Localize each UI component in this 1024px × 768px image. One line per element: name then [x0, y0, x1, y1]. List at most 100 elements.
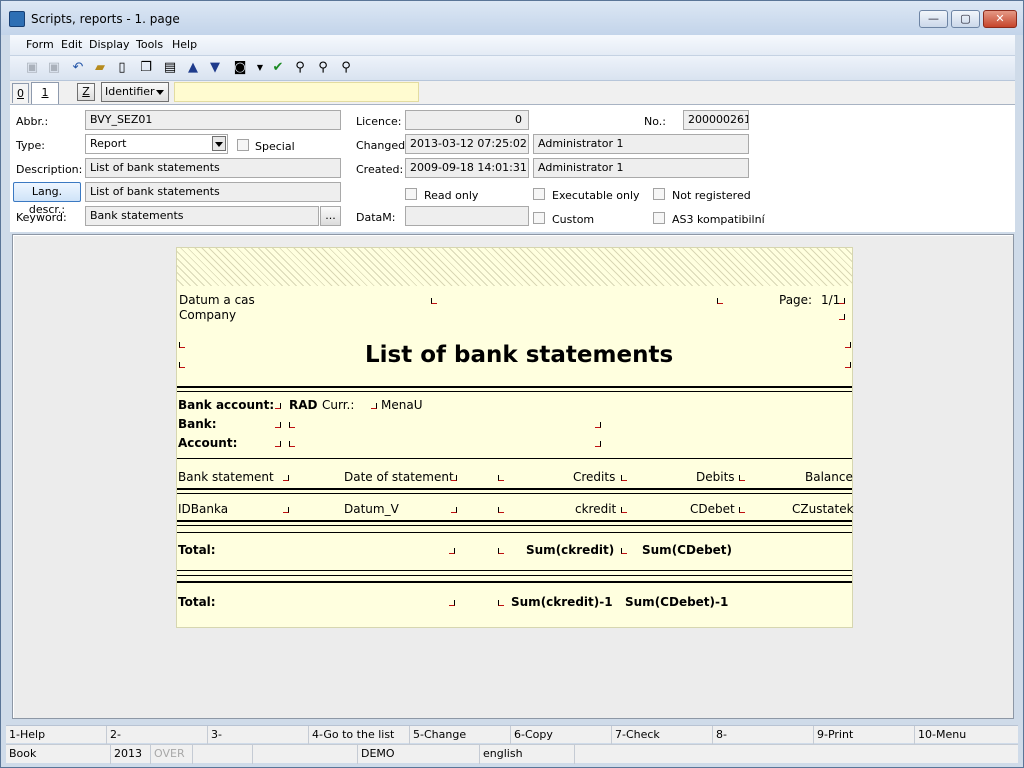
field-datum-v[interactable]: Datum_V — [344, 502, 399, 516]
type-select[interactable]: Report — [85, 134, 228, 154]
report-page-value[interactable]: 1/1 — [821, 293, 840, 307]
total-label-1[interactable]: Total: — [178, 543, 216, 557]
undo-icon[interactable]: ↶ — [70, 60, 86, 76]
z-button[interactable]: Z — [77, 83, 95, 101]
no-field[interactable]: 2000002613 — [683, 110, 749, 130]
sum-cdebet-1[interactable]: Sum(CDebet) — [642, 543, 732, 557]
tab-0[interactable]: 0 — [12, 83, 29, 103]
report-datum-field[interactable]: Datum a cas — [179, 293, 255, 307]
field-czustatek[interactable]: CZustatek — [792, 502, 854, 516]
find-next-icon[interactable]: ⚲ — [315, 60, 331, 76]
band-divider — [177, 386, 852, 388]
keyword-browse-button[interactable]: ... — [320, 206, 341, 226]
changed-date-field[interactable]: 2013-03-12 07:25:02 — [405, 134, 529, 154]
arrow-up-icon[interactable]: ▲ — [185, 60, 201, 76]
copy-document-icon[interactable]: ❐ — [138, 60, 154, 76]
report-title[interactable]: List of bank statements — [365, 342, 673, 368]
fkey-1[interactable]: 1-Help — [6, 726, 107, 744]
field-marker — [839, 314, 845, 320]
report-page[interactable]: Datum a cas Company Page: 1/1 List of ba… — [176, 247, 854, 628]
lang-descr-button[interactable]: Lang. descr.: — [13, 182, 81, 216]
identifier-input[interactable] — [174, 82, 419, 102]
menau-field[interactable]: MenaU — [381, 398, 422, 412]
fkey-10[interactable]: 10-Menu — [915, 726, 1016, 744]
menu-form[interactable]: Form — [26, 38, 54, 51]
col-debits[interactable]: Debits — [696, 470, 735, 484]
custom-checkbox[interactable] — [533, 212, 545, 224]
special-checkbox[interactable] — [237, 139, 249, 151]
save-as-icon[interactable]: ▣ — [46, 60, 62, 76]
report-company-field[interactable]: Company — [179, 308, 236, 322]
licence-label: Licence: — [356, 115, 402, 128]
lang-descr-field[interactable]: List of bank statements — [85, 182, 341, 202]
fkey-2[interactable]: 2- — [107, 726, 208, 744]
col-date-of-statement[interactable]: Date of statement — [344, 470, 454, 484]
created-date-field[interactable]: 2009-09-18 14:01:31 — [405, 158, 529, 178]
menu-tools[interactable]: Tools — [136, 38, 163, 51]
account-label[interactable]: Account: — [178, 436, 237, 450]
sum-ckredit-1[interactable]: Sum(ckredit) — [526, 543, 614, 557]
menu-display[interactable]: Display — [89, 38, 130, 51]
book-icon[interactable]: ▤ — [162, 60, 178, 76]
curr-label[interactable]: Curr.: — [322, 398, 354, 412]
field-idbanka[interactable]: IDBanka — [178, 502, 228, 516]
maximize-button[interactable]: ▢ — [951, 10, 980, 28]
field-ckredit[interactable]: ckredit — [575, 502, 616, 516]
fkey-7[interactable]: 7-Check certificate — [612, 726, 713, 758]
report-page-label[interactable]: Page: — [779, 293, 812, 307]
total-label-2[interactable]: Total: — [178, 595, 216, 609]
description-field[interactable]: List of bank statements — [85, 158, 341, 178]
close-button[interactable]: ✕ — [983, 10, 1017, 28]
licence-field[interactable]: 0 — [405, 110, 529, 130]
band-divider — [177, 488, 852, 490]
fkey-8[interactable]: 8- — [713, 726, 814, 744]
menu-edit[interactable]: Edit — [61, 38, 82, 51]
band-divider — [177, 458, 852, 459]
fkey-5[interactable]: 5-Change — [410, 726, 511, 744]
bank-label[interactable]: Bank: — [178, 417, 217, 431]
read-only-checkbox[interactable] — [405, 188, 417, 200]
find-replace-icon[interactable]: ⚲ — [338, 60, 354, 76]
check-tree-icon[interactable]: ✔ — [270, 60, 286, 76]
col-credits[interactable]: Credits — [573, 470, 615, 484]
col-bank-statement[interactable]: Bank statement — [178, 470, 274, 484]
read-only-label: Read only — [424, 189, 479, 202]
dropdown-arrow-icon[interactable]: ▼ — [252, 60, 268, 76]
as3-label: AS3 kompatibilní — [672, 213, 765, 226]
executable-only-checkbox[interactable] — [533, 188, 545, 200]
rad-field[interactable]: RAD — [289, 398, 318, 412]
not-registered-checkbox[interactable] — [653, 188, 665, 200]
field-marker — [179, 362, 185, 368]
as3-checkbox[interactable] — [653, 212, 665, 224]
changed-user-field[interactable]: Administrator 1 — [533, 134, 749, 154]
type-dropdown-button[interactable] — [212, 136, 226, 151]
fkey-4[interactable]: 4-Go to the list — [309, 726, 410, 744]
camera-icon[interactable]: ◙ — [232, 60, 248, 76]
fkey-6[interactable]: 6-Copy — [511, 726, 612, 744]
created-user-field[interactable]: Administrator 1 — [533, 158, 749, 178]
arrow-down-icon[interactable]: ▼ — [207, 60, 223, 76]
fkey-3[interactable]: 3-Refresh/Restore — [208, 726, 309, 758]
sum-ckredit-2[interactable]: Sum(ckredit)-1 — [511, 595, 613, 609]
abbr-field[interactable]: BVY_SEZ01 — [85, 110, 341, 130]
binoculars-icon[interactable]: ⚲ — [292, 60, 308, 76]
datam-field[interactable] — [405, 206, 529, 226]
keyword-field[interactable]: Bank statements — [85, 206, 319, 226]
identifier-select[interactable]: Identifier — [101, 82, 169, 102]
fkey-9[interactable]: 9-Print — [814, 726, 915, 744]
open-folder-icon[interactable]: ▰ — [92, 60, 108, 76]
field-cdebet[interactable]: CDebet — [690, 502, 735, 516]
field-marker — [371, 403, 377, 409]
bank-account-label[interactable]: Bank account: — [178, 398, 274, 412]
report-designer-canvas[interactable]: Datum a cas Company Page: 1/1 List of ba… — [12, 234, 1014, 719]
minimize-button[interactable]: — — [919, 10, 948, 28]
field-marker — [451, 475, 457, 481]
menu-help[interactable]: Help — [172, 38, 197, 51]
new-document-icon[interactable]: ▯ — [114, 60, 130, 76]
field-marker — [621, 507, 627, 513]
sum-cdebet-2[interactable]: Sum(CDebet)-1 — [625, 595, 728, 609]
save-icon[interactable]: ▣ — [24, 60, 40, 76]
tab-1[interactable]: 1 — [31, 82, 59, 104]
col-balance[interactable]: Balance — [805, 470, 853, 484]
type-label: Type: — [16, 139, 45, 152]
